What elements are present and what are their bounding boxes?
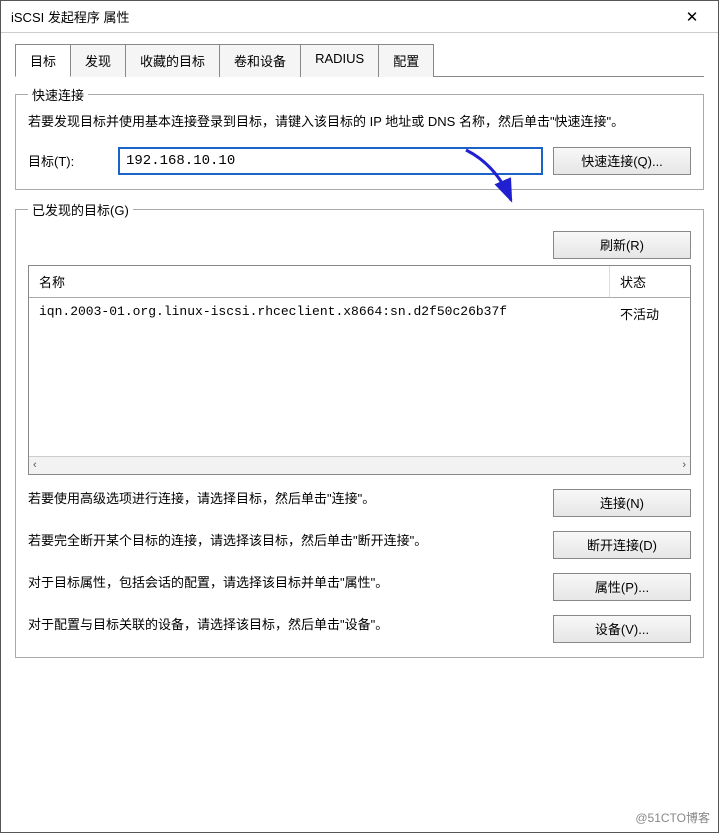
tab-radius[interactable]: RADIUS [300,44,379,77]
tab-config[interactable]: 配置 [378,44,434,77]
window-title: iSCSI 发起程序 属性 [11,7,672,26]
discovered-targets-group: 已发现的目标(G) 刷新(R) 名称 状态 iqn.2003-01.org.li… [15,200,704,658]
content-area: 目标 发现 收藏的目标 卷和设备 RADIUS 配置 快速连接 若要发现目标并使… [1,33,718,678]
tab-bar: 目标 发现 收藏的目标 卷和设备 RADIUS 配置 [15,43,704,77]
target-state-cell: 不活动 [610,298,690,329]
connect-button[interactable]: 连接(N) [553,489,691,517]
column-name[interactable]: 名称 [29,266,610,297]
devices-description: 对于配置与目标关联的设备，请选择该目标，然后单击"设备"。 [28,615,539,635]
column-state[interactable]: 状态 [610,266,690,297]
tab-targets[interactable]: 目标 [15,44,71,77]
targets-list[interactable]: 名称 状态 iqn.2003-01.org.linux-iscsi.rhcecl… [28,265,691,475]
properties-description: 对于目标属性，包括会话的配置，请选择该目标并单击"属性"。 [28,573,539,593]
refresh-button[interactable]: 刷新(R) [553,231,691,259]
tab-favorites[interactable]: 收藏的目标 [125,44,220,77]
tab-volumes-devices[interactable]: 卷和设备 [219,44,301,77]
target-name-cell: iqn.2003-01.org.linux-iscsi.rhceclient.x… [29,298,610,329]
titlebar: iSCSI 发起程序 属性 ✕ [1,1,718,33]
watermark: @51CTO博客 [635,809,710,826]
iscsi-properties-window: iSCSI 发起程序 属性 ✕ 目标 发现 收藏的目标 卷和设备 RADIUS … [0,0,719,833]
scroll-left-icon[interactable]: ‹ [33,459,37,471]
connect-description: 若要使用高级选项进行连接，请选择目标，然后单击"连接"。 [28,489,539,509]
horizontal-scrollbar[interactable]: ‹ › [29,456,690,474]
quick-connect-legend: 快速连接 [28,85,88,104]
properties-button[interactable]: 属性(P)... [553,573,691,601]
quick-connect-description: 若要发现目标并使用基本连接登录到目标，请键入该目标的 IP 地址或 DNS 名称… [28,112,691,133]
target-input[interactable] [118,147,543,175]
disconnect-button[interactable]: 断开连接(D) [553,531,691,559]
close-icon[interactable]: ✕ [672,3,712,31]
disconnect-description: 若要完全断开某个目标的连接，请选择该目标，然后单击"断开连接"。 [28,531,539,551]
discovered-legend: 已发现的目标(G) [28,200,133,219]
list-header: 名称 状态 [29,266,690,298]
quick-connect-group: 快速连接 若要发现目标并使用基本连接登录到目标，请键入该目标的 IP 地址或 D… [15,85,704,190]
devices-button[interactable]: 设备(V)... [553,615,691,643]
tab-discovery[interactable]: 发现 [70,44,126,77]
scroll-right-icon[interactable]: › [682,459,686,471]
quick-connect-button[interactable]: 快速连接(Q)... [553,147,691,175]
table-row[interactable]: iqn.2003-01.org.linux-iscsi.rhceclient.x… [29,298,690,329]
target-label: 目标(T): [28,151,108,170]
